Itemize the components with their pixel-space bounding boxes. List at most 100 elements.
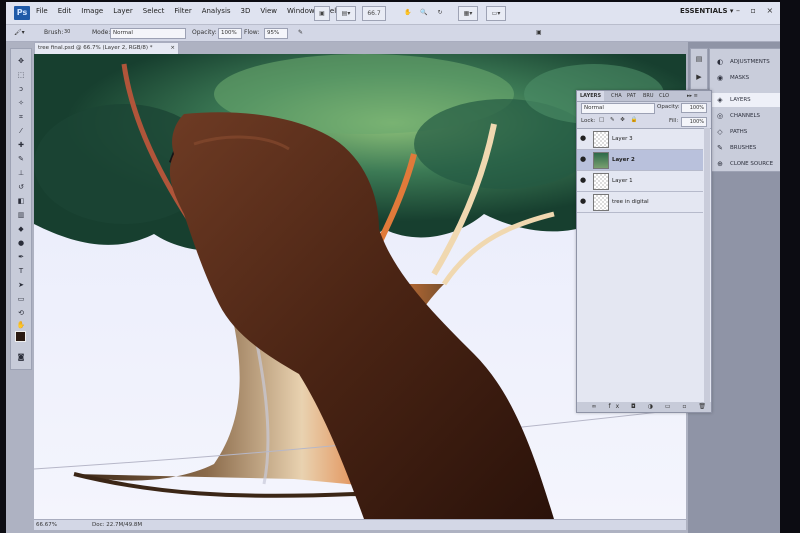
document-tab[interactable]: tree final.psd @ 66.7% (Layer 2, RGB/8) … bbox=[34, 42, 179, 54]
healing-brush-tool-icon[interactable]: ✚ bbox=[16, 141, 26, 149]
zoom-tool-button[interactable]: 🔍 bbox=[418, 6, 430, 19]
brush-tool-icon[interactable]: ✎ bbox=[16, 155, 26, 163]
brush-size[interactable]: 30 bbox=[64, 29, 70, 35]
layer-row[interactable]: ● tree in digital bbox=[577, 192, 703, 213]
workspace-label: ESSENTIALS bbox=[680, 7, 728, 15]
dock-clone-source[interactable]: ⊕ CLONE SOURCE bbox=[710, 157, 780, 171]
layer-name: Layer 1 bbox=[612, 178, 633, 184]
workspace-switcher[interactable]: ESSENTIALS ▾ bbox=[680, 7, 733, 15]
dock-adjustments[interactable]: ◐ ADJUSTMENTS bbox=[710, 55, 780, 69]
dock-adjustments-label: ADJUSTMENTS bbox=[730, 59, 770, 65]
tab-channels[interactable]: CHA bbox=[611, 91, 622, 101]
layer-row[interactable]: ● Layer 1 bbox=[577, 171, 703, 192]
path-selection-tool-icon[interactable]: ➤ bbox=[16, 281, 26, 289]
status-bar: 66.67% Doc: 22.7M/49.8M bbox=[34, 519, 686, 530]
document-size-info[interactable]: Doc: 22.7M/49.8M bbox=[92, 520, 142, 530]
dock-channels-label: CHANNELS bbox=[730, 113, 760, 119]
mode-select[interactable]: Normal bbox=[110, 28, 186, 39]
fill-label: Fill: bbox=[669, 118, 679, 124]
tab-layers[interactable]: LAYERS bbox=[577, 91, 605, 101]
tab-brushes[interactable]: BRU bbox=[643, 91, 654, 101]
dock-paths[interactable]: ◇ PATHS bbox=[710, 125, 780, 139]
menu-analysis[interactable]: Analysis bbox=[202, 7, 231, 15]
dodge-tool-icon[interactable]: ● bbox=[16, 239, 26, 247]
visibility-eye-icon[interactable]: ● bbox=[580, 198, 587, 205]
collapsed-panel-strip: ▤ ▶ bbox=[690, 48, 708, 90]
lasso-tool-icon[interactable]: ↄ bbox=[16, 85, 26, 93]
layer-name: Layer 3 bbox=[612, 136, 633, 142]
status-zoom[interactable]: 66.67% bbox=[36, 520, 57, 530]
layers-scrollbar[interactable] bbox=[704, 128, 710, 402]
eyedropper-tool-icon[interactable]: ⁄ bbox=[16, 127, 26, 135]
layer-name: tree in digital bbox=[612, 199, 649, 205]
flow-field[interactable]: 95% bbox=[264, 28, 288, 39]
menu-edit[interactable]: Edit bbox=[58, 7, 72, 15]
eraser-tool-icon[interactable]: ◧ bbox=[16, 197, 26, 205]
quick-selection-tool-icon[interactable]: ✧ bbox=[16, 99, 26, 107]
menu-filter[interactable]: Filter bbox=[174, 7, 191, 15]
clone-source-icon: ⊕ bbox=[717, 160, 723, 168]
zoom-level-select[interactable]: 66.7 bbox=[362, 6, 386, 21]
gradient-tool-icon[interactable]: ▥ bbox=[16, 211, 26, 219]
airbrush-toggle[interactable]: ✎ bbox=[298, 29, 303, 36]
crop-tool-icon[interactable]: ⌗ bbox=[16, 113, 26, 121]
menu-image[interactable]: Image bbox=[81, 7, 103, 15]
layer-row-selected[interactable]: ● Layer 2 bbox=[577, 150, 703, 171]
menu-view[interactable]: View bbox=[260, 7, 277, 15]
marquee-tool-icon[interactable]: ⬚ bbox=[16, 71, 26, 79]
dock-brushes[interactable]: ✎ BRUSHES bbox=[710, 141, 780, 155]
dock-masks-label: MASKS bbox=[730, 75, 750, 81]
tab-clone-source[interactable]: CLO bbox=[659, 91, 669, 101]
fill-field[interactable]: 100% bbox=[681, 117, 707, 127]
close-document-icon[interactable]: × bbox=[170, 43, 175, 54]
rotate-view-button[interactable]: ↻ bbox=[434, 6, 446, 19]
hand-tool-icon[interactable]: ✋ bbox=[16, 321, 26, 329]
airbrush-icon: ✎ bbox=[298, 29, 304, 36]
layer-row[interactable]: ● Layer 3 bbox=[577, 129, 703, 150]
pen-tool-icon[interactable]: ✒ bbox=[16, 253, 26, 261]
opacity-field[interactable]: 100% bbox=[218, 28, 242, 39]
move-tool-icon[interactable]: ✥ bbox=[16, 57, 26, 65]
arrange-documents-button[interactable]: ▦▾ bbox=[458, 6, 478, 21]
window-controls[interactable]: – ▫ × bbox=[736, 6, 777, 15]
hand-tool-button[interactable]: ✋ bbox=[402, 6, 414, 19]
arrange-icon: ▦▾ bbox=[463, 10, 473, 17]
history-panel-icon[interactable]: ▤ bbox=[694, 55, 704, 63]
actions-panel-icon[interactable]: ▶ bbox=[694, 73, 704, 81]
tab-paths[interactable]: PAT bbox=[627, 91, 636, 101]
photoshop-logo: Ps bbox=[14, 6, 30, 20]
dock-masks[interactable]: ◉ MASKS bbox=[710, 71, 780, 85]
screen-mode-button[interactable]: ▭▾ bbox=[486, 6, 506, 21]
menu-select[interactable]: Select bbox=[143, 7, 165, 15]
options-bar: 🖌▾ Brush: 30 Mode: Normal Opacity: 100% … bbox=[6, 25, 780, 42]
arrange-view-button[interactable]: ▤▾ bbox=[336, 6, 356, 21]
layer-thumbnail bbox=[593, 131, 609, 148]
menu-file[interactable]: File bbox=[36, 7, 48, 15]
tool-preset-picker[interactable]: 🖌▾ bbox=[14, 29, 25, 36]
mode-label: Mode: bbox=[92, 29, 111, 36]
menu-layer[interactable]: Layer bbox=[113, 7, 133, 15]
blend-mode-select[interactable]: Normal bbox=[581, 103, 655, 114]
launch-bridge-button[interactable]: ▣ bbox=[314, 6, 330, 21]
menu-window[interactable]: Window bbox=[287, 7, 315, 15]
layers-footer-buttons[interactable]: ∞ fx ◘ ◑ ▭ ▫ 🗑 bbox=[577, 402, 711, 412]
quick-mask-icon[interactable]: ◙ bbox=[16, 353, 26, 361]
history-brush-tool-icon[interactable]: ↺ bbox=[16, 183, 26, 191]
shape-tool-icon[interactable]: ▭ bbox=[16, 295, 26, 303]
clone-stamp-tool-icon[interactable]: ⊥ bbox=[16, 169, 26, 177]
blur-tool-icon[interactable]: ◆ bbox=[16, 225, 26, 233]
dock-channels[interactable]: ◎ CHANNELS bbox=[710, 109, 780, 123]
type-tool-icon[interactable]: T bbox=[16, 267, 26, 275]
panel-menu-icon[interactable]: ▸▸ ≡ bbox=[687, 91, 698, 101]
layer-opacity-field[interactable]: 100% bbox=[681, 103, 707, 113]
lock-label: Lock: bbox=[581, 118, 596, 124]
visibility-eye-icon[interactable]: ● bbox=[580, 135, 587, 142]
menu-3d[interactable]: 3D bbox=[241, 7, 251, 15]
toggle-brush-panel-button[interactable]: ▣ bbox=[536, 29, 542, 36]
foreground-color-swatch[interactable] bbox=[15, 331, 26, 342]
visibility-eye-icon[interactable]: ● bbox=[580, 177, 587, 184]
visibility-eye-icon[interactable]: ● bbox=[580, 156, 587, 163]
dock-layers[interactable]: ◈ LAYERS bbox=[710, 93, 780, 107]
lock-options-icons[interactable]: □ ✎ ✥ 🔒 bbox=[599, 117, 640, 123]
3d-rotate-tool-icon[interactable]: ⟲ bbox=[16, 309, 26, 317]
